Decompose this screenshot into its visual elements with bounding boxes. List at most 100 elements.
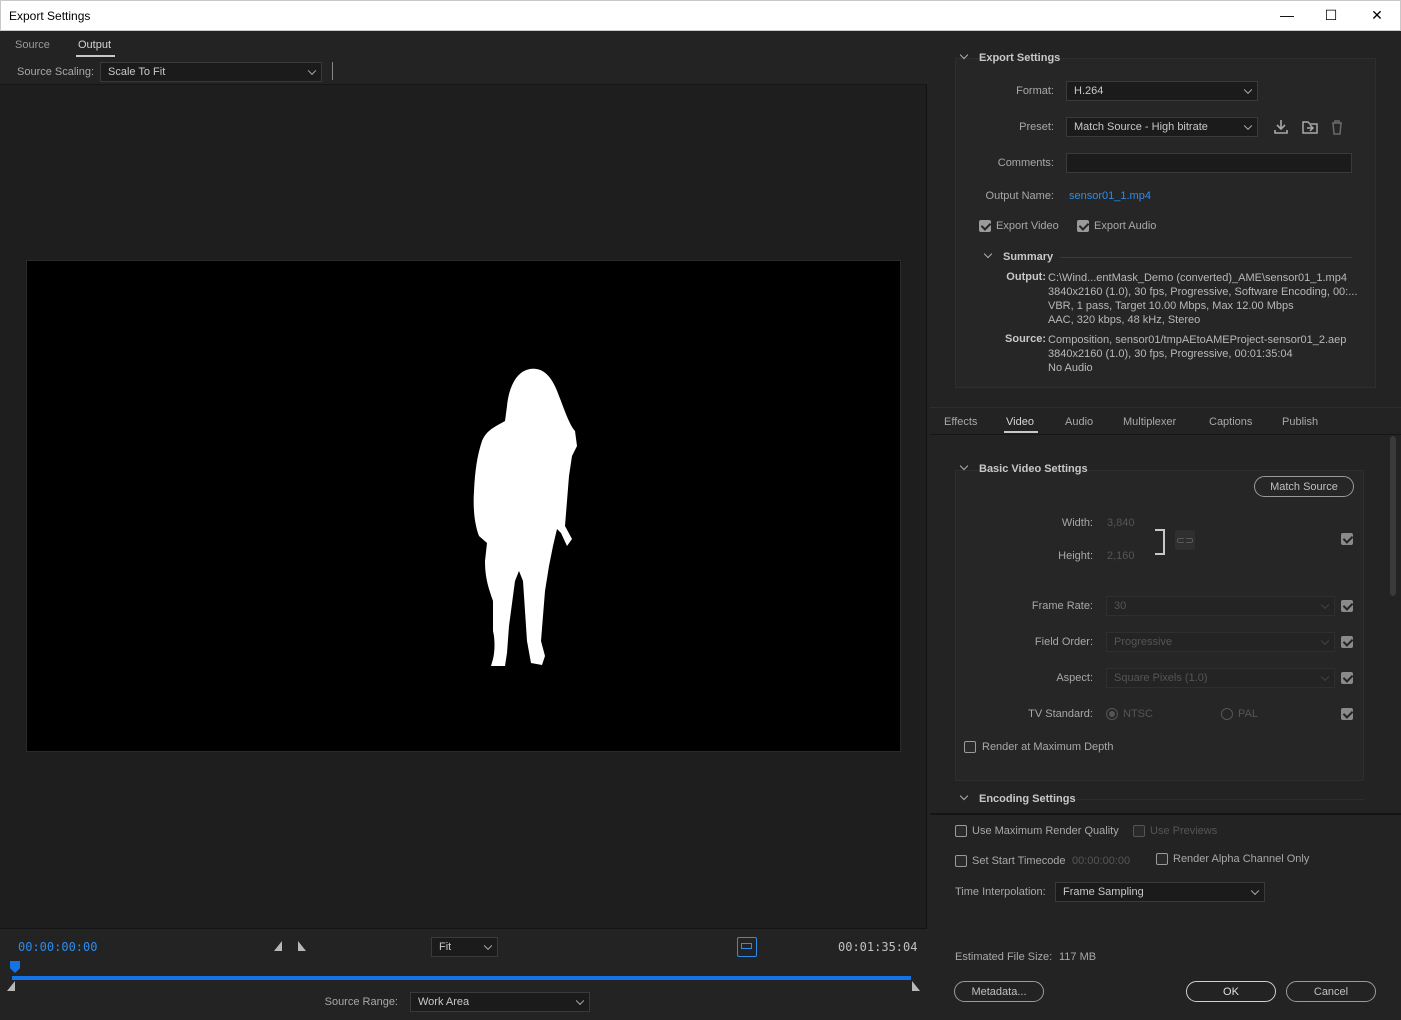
current-timecode[interactable]: 00:00:00:00	[18, 940, 97, 954]
silhouette-image	[473, 368, 577, 666]
output-name-link[interactable]: sensor01_1.mp4	[1069, 190, 1151, 202]
chevron-down-icon	[483, 941, 493, 951]
render-alpha-checkbox[interactable]	[1156, 853, 1168, 865]
dimensions-override-checkbox[interactable]	[1341, 533, 1353, 545]
frame-rate-checkbox[interactable]	[1341, 600, 1353, 612]
tab-output[interactable]: Output	[78, 39, 111, 51]
field-order-checkbox[interactable]	[1341, 636, 1353, 648]
file-size-value: 117 MB	[1059, 951, 1097, 963]
file-size-label: Estimated File Size:	[955, 951, 1053, 963]
frame-rate-label: Frame Rate:	[1031, 600, 1093, 612]
export-video-checkbox[interactable]	[979, 220, 991, 232]
basic-video-settings-header: Basic Video Settings	[979, 463, 1088, 475]
settings-scrollbar[interactable]	[1390, 436, 1396, 596]
chevron-down-icon	[575, 996, 585, 1006]
chevron-down-icon	[1320, 636, 1330, 646]
import-preset-icon[interactable]	[1301, 119, 1319, 135]
export-settings-header: Export Settings	[979, 52, 1061, 64]
set-start-timecode-checkbox[interactable]	[955, 855, 967, 867]
start-timecode-value[interactable]: 00:00:00:00	[1072, 855, 1130, 867]
aspect-checkbox[interactable]	[1341, 672, 1353, 684]
output-name-label: Output Name:	[985, 190, 1054, 202]
tv-standard-label: TV Standard:	[1028, 708, 1093, 720]
set-start-timecode-label: Set Start Timecode	[972, 855, 1066, 867]
comments-input[interactable]	[1066, 153, 1352, 173]
match-source-button[interactable]: Match Source	[1254, 476, 1354, 497]
delete-preset-icon[interactable]	[1330, 119, 1344, 135]
tab-audio[interactable]: Audio	[1065, 416, 1093, 428]
max-render-quality-label: Use Maximum Render Quality	[972, 825, 1119, 837]
height-label: Height:	[1058, 550, 1093, 562]
source-scaling-label: Source Scaling:	[17, 66, 95, 78]
minimize-button[interactable]: —	[1264, 0, 1310, 30]
use-previews-checkbox[interactable]	[1133, 825, 1145, 837]
zoom-dropdown[interactable]: Fit	[431, 937, 498, 957]
link-icon[interactable]: ⊂⊃	[1175, 530, 1195, 550]
close-button[interactable]: ✕	[1354, 0, 1400, 30]
preset-value: Match Source - High bitrate	[1074, 121, 1208, 133]
ntsc-radio[interactable]	[1106, 708, 1118, 720]
dimension-link-bracket	[1155, 529, 1165, 555]
mark-in-icon[interactable]	[274, 941, 282, 951]
chevron-down-icon	[1250, 886, 1260, 896]
cancel-button[interactable]: Cancel	[1286, 981, 1376, 1002]
time-scrubber[interactable]	[12, 976, 911, 980]
tab-effects[interactable]: Effects	[944, 416, 977, 428]
time-interpolation-label: Time Interpolation:	[955, 886, 1046, 898]
ok-button[interactable]: OK	[1186, 981, 1276, 1002]
frame-rate-dropdown[interactable]: 30	[1106, 596, 1335, 616]
divider	[1060, 257, 1352, 258]
tab-source[interactable]: Source	[15, 39, 50, 51]
field-order-label: Field Order:	[1034, 636, 1093, 648]
tab-multiplexer[interactable]: Multiplexer	[1123, 416, 1176, 428]
fit-frame-icon[interactable]	[737, 937, 757, 957]
source-range-dropdown[interactable]: Work Area	[410, 992, 590, 1012]
time-interpolation-dropdown[interactable]: Frame Sampling	[1055, 882, 1265, 902]
pal-radio[interactable]	[1221, 708, 1233, 720]
range-end-handle[interactable]	[912, 981, 920, 991]
tab-captions[interactable]: Captions	[1209, 416, 1252, 428]
duration-timecode: 00:01:35:04	[838, 940, 918, 954]
format-dropdown[interactable]: H.264	[1066, 81, 1258, 101]
maximize-button[interactable]: ☐	[1308, 0, 1354, 30]
aspect-dropdown[interactable]: Square Pixels (1.0)	[1106, 668, 1335, 688]
preset-dropdown[interactable]: Match Source - High bitrate	[1066, 117, 1258, 137]
range-start-handle[interactable]	[7, 981, 15, 991]
render-max-depth-checkbox[interactable]	[964, 741, 976, 753]
tab-publish[interactable]: Publish	[1282, 416, 1318, 428]
encoding-settings-header: Encoding Settings	[979, 793, 1076, 805]
source-range-value: Work Area	[418, 996, 470, 1008]
metadata-button[interactable]: Metadata...	[954, 981, 1044, 1002]
width-label: Width:	[1061, 517, 1093, 529]
height-value[interactable]: 2,160	[1107, 550, 1135, 562]
export-audio-checkbox[interactable]	[1077, 220, 1089, 232]
width-value[interactable]: 3,840	[1107, 517, 1135, 529]
max-render-quality-checkbox[interactable]	[955, 825, 967, 837]
chevron-down-icon	[307, 66, 317, 76]
source-range-label: Source Range:	[324, 996, 398, 1008]
preview-tab-row	[0, 31, 927, 59]
render-max-depth-label: Render at Maximum Depth	[982, 741, 1114, 753]
summary-source-text: Composition, sensor01/tmpAEtoAMEProject-…	[1048, 334, 1347, 374]
summary-source-label: Source:	[1005, 333, 1046, 345]
source-scaling-value: Scale To Fit	[108, 66, 166, 78]
export-video-label: Export Video	[996, 220, 1059, 232]
tab-video[interactable]: Video	[1006, 416, 1034, 428]
tab-output-underline	[76, 55, 115, 57]
tv-standard-checkbox[interactable]	[1341, 708, 1353, 720]
aspect-label: Aspect:	[1056, 672, 1093, 684]
summary-output-label: Output:	[1006, 271, 1046, 283]
mark-out-icon[interactable]	[298, 941, 306, 951]
save-preset-icon[interactable]	[1273, 119, 1289, 135]
chevron-down-icon	[1243, 85, 1253, 95]
summary-output-text: C:\Wind...entMask_Demo (converted)_AME\s…	[1048, 272, 1358, 326]
chevron-down-icon	[1320, 672, 1330, 682]
divider	[332, 62, 333, 80]
field-order-dropdown[interactable]: Progressive	[1106, 632, 1335, 652]
frame-rate-value: 30	[1114, 600, 1127, 612]
chevron-down-icon	[1320, 600, 1330, 610]
format-value: H.264	[1074, 85, 1104, 97]
source-scaling-dropdown[interactable]: Scale To Fit	[100, 62, 322, 82]
window-title: Export Settings	[9, 9, 91, 23]
comments-label: Comments:	[997, 157, 1054, 169]
